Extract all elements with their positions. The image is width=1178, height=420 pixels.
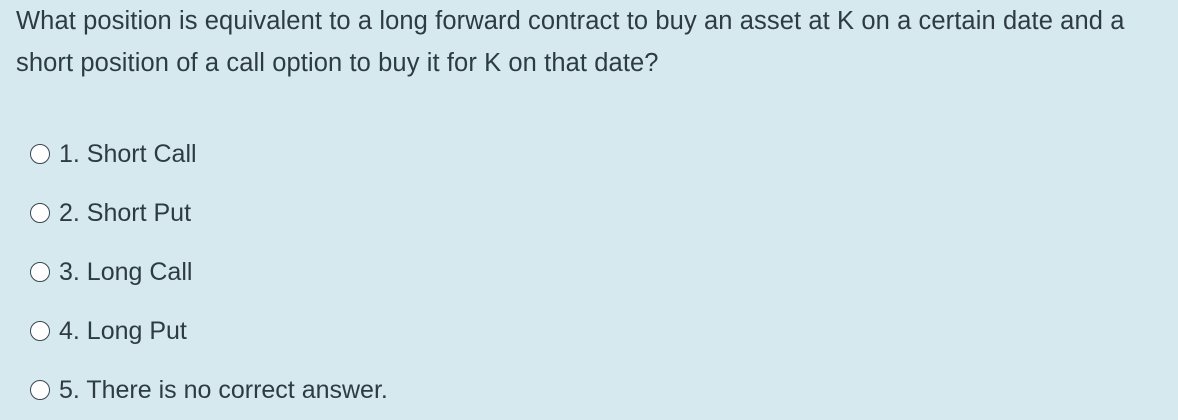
answer-option-4[interactable]: 4. Long Put [30, 301, 388, 360]
answer-list: 1. Short Call 2. Short Put 3. Long Call … [30, 125, 388, 419]
answer-label: 3. Long Call [59, 257, 193, 286]
radio-button-icon[interactable] [30, 261, 50, 282]
answer-option-5[interactable]: 5. There is no correct answer. [30, 360, 388, 419]
radio-button-icon[interactable] [30, 320, 50, 341]
radio-button-icon[interactable] [30, 203, 50, 224]
answer-label: 1. Short Call [59, 140, 197, 169]
answer-option-1[interactable]: 1. Short Call [30, 125, 388, 184]
radio-button-icon[interactable] [30, 379, 50, 400]
answer-option-3[interactable]: 3. Long Call [30, 243, 388, 302]
answer-label: 2. Short Put [59, 199, 192, 228]
answer-option-2[interactable]: 2. Short Put [30, 184, 388, 243]
answer-label: 5. There is no correct answer. [59, 375, 388, 404]
question-text: What position is equivalent to a long fo… [16, 7, 1125, 77]
radio-button-icon[interactable] [30, 144, 50, 165]
answer-label: 4. Long Put [59, 316, 187, 345]
